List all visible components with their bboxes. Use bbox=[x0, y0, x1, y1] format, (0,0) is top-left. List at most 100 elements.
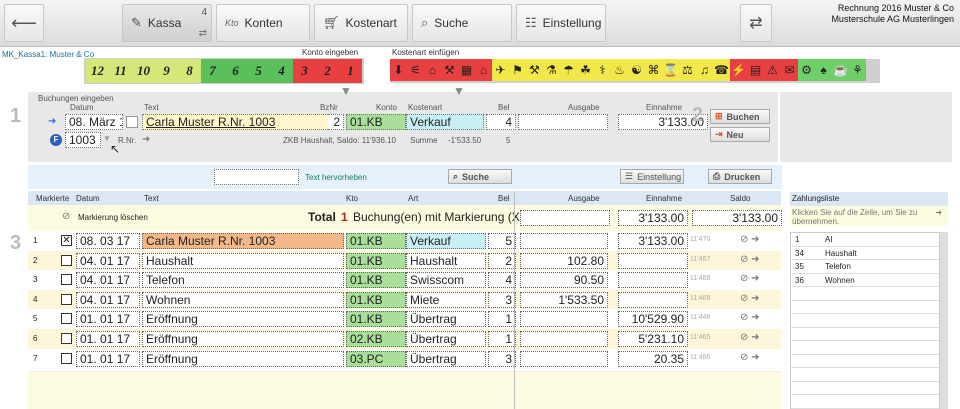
zahlungsliste-item[interactable] bbox=[791, 300, 939, 314]
row-bel[interactable]: 3 bbox=[488, 350, 516, 367]
konto-tile[interactable]: 1 bbox=[339, 59, 362, 83]
row-art[interactable]: Übertrag bbox=[406, 311, 486, 328]
zahlungsliste-item[interactable] bbox=[791, 395, 939, 409]
kostenart-icon[interactable]: ⚘ bbox=[849, 59, 866, 81]
clear-mark-icon[interactable]: ⊘ ➜ bbox=[740, 312, 760, 323]
konto-tile[interactable]: 11 bbox=[109, 59, 132, 83]
kostenart-icon[interactable]: ⚡ bbox=[730, 59, 747, 81]
row-einnahme[interactable] bbox=[618, 272, 688, 289]
drucken-button[interactable]: ⎙ Drucken bbox=[708, 169, 772, 184]
kostenart-icon[interactable]: ⚟ bbox=[407, 59, 424, 81]
row-art[interactable]: Swisscom bbox=[406, 272, 486, 289]
mark-checkbox[interactable]: ✕ bbox=[61, 235, 72, 246]
row-einnahme[interactable] bbox=[618, 252, 688, 269]
row-kto[interactable]: 03.PC bbox=[346, 350, 406, 367]
kostenart-icon[interactable]: ☂ bbox=[560, 59, 577, 81]
kostenart-icon[interactable]: ♫ bbox=[696, 59, 713, 81]
table-row[interactable]: 3 04. 01 17 Telefon 01.KB Swisscom 4 90.50 11'4… bbox=[28, 270, 781, 290]
tab-kostenart[interactable]: 🛒︎ Kostenart bbox=[314, 4, 408, 42]
row-bel[interactable]: 1 bbox=[488, 331, 516, 347]
switch-button[interactable]: ⇄ bbox=[740, 4, 772, 42]
row-ausgabe[interactable]: 90.50 bbox=[520, 272, 608, 289]
row-ausgabe[interactable]: 102.80 bbox=[520, 252, 608, 269]
text-input[interactable]: Carla Muster R.Nr. 1003 bbox=[142, 114, 344, 130]
row-art[interactable]: Miete bbox=[406, 291, 486, 308]
clear-mark-icon[interactable]: ⊘ ➜ bbox=[740, 332, 760, 343]
konto-tile[interactable]: 8 bbox=[178, 59, 201, 83]
zahlungsliste-item[interactable] bbox=[791, 341, 939, 355]
row-art[interactable]: Verkauf bbox=[406, 233, 486, 249]
tab-einstellung[interactable]: ☷ Einstellung bbox=[516, 4, 606, 42]
rnr-input[interactable]: 1003 bbox=[65, 132, 101, 148]
konto-tile[interactable]: 6 bbox=[224, 59, 247, 83]
kostenart-input[interactable]: Verkauf bbox=[406, 114, 484, 130]
row-ausgabe[interactable] bbox=[520, 350, 608, 367]
kostenart-icon[interactable]: ⚗ bbox=[543, 59, 560, 81]
markierung-loeschen[interactable]: Markierung löschen bbox=[78, 213, 148, 222]
zahlungsliste-item[interactable]: 1 AI bbox=[791, 233, 939, 247]
kostenart-icon[interactable]: ☕ bbox=[832, 59, 849, 81]
row-ausgabe[interactable] bbox=[520, 311, 608, 328]
kostenart-icon[interactable]: ⌂ bbox=[475, 59, 492, 81]
konto-tile[interactable]: 5 bbox=[247, 59, 270, 83]
kostenart-icon[interactable]: ⚖ bbox=[679, 59, 696, 81]
kostenart-icon[interactable]: ☘ bbox=[577, 59, 594, 81]
konto-tile[interactable]: 2 bbox=[316, 59, 339, 83]
kostenart-icon[interactable]: ▤ bbox=[747, 59, 764, 81]
neu-button[interactable]: ⇥ Neu bbox=[710, 127, 770, 142]
calendar-icon[interactable] bbox=[126, 116, 138, 128]
zahlungsliste-item[interactable] bbox=[791, 354, 939, 368]
row-art[interactable]: Haushalt bbox=[406, 252, 486, 269]
row-einnahme[interactable]: 3'133.00 bbox=[618, 233, 688, 249]
clear-mark-icon[interactable]: ⊘ ➜ bbox=[740, 273, 760, 284]
konto-tile[interactable]: 3 bbox=[293, 59, 316, 83]
row-text[interactable]: Eröffnung bbox=[142, 331, 344, 347]
konto-tile[interactable]: 9 bbox=[155, 59, 178, 83]
row-bel[interactable]: 2 bbox=[488, 252, 516, 269]
row-einnahme[interactable]: 20.35 bbox=[618, 350, 688, 367]
zahlungsliste-item[interactable] bbox=[791, 287, 939, 301]
clear-mark-icon[interactable]: ⊘ ➜ bbox=[740, 293, 760, 304]
row-kto[interactable]: 01.KB bbox=[346, 233, 406, 249]
bel-input[interactable]: 4 bbox=[486, 114, 516, 130]
kostenart-icon[interactable]: ☎ bbox=[713, 59, 730, 81]
row-datum[interactable]: 04. 01 17 bbox=[76, 252, 140, 269]
mark-checkbox[interactable] bbox=[61, 293, 72, 305]
f-icon[interactable]: F bbox=[50, 134, 62, 146]
kostenart-icon[interactable]: ♠ bbox=[815, 59, 832, 81]
row-datum[interactable]: 01. 01 17 bbox=[76, 331, 140, 347]
ausgabe-input[interactable] bbox=[518, 114, 608, 130]
mark-checkbox[interactable] bbox=[61, 254, 72, 266]
zahlungsliste-item[interactable] bbox=[791, 381, 939, 395]
kostenart-icon[interactable]: ▦ bbox=[458, 59, 475, 81]
clear-mark-icon[interactable]: ⊘ ➜ bbox=[740, 234, 760, 245]
kostenart-icon[interactable]: ⬇ bbox=[390, 59, 407, 81]
datum-input[interactable]: 08. März 17 bbox=[65, 114, 123, 130]
table-row[interactable]: 7 01. 01 17 Eröffnung 03.PC Übertrag 3 20.35 11… bbox=[28, 348, 781, 369]
hervorheben-input[interactable] bbox=[214, 169, 299, 185]
suche-button[interactable]: ⌕ Suche bbox=[448, 169, 512, 184]
row-datum[interactable]: 01. 01 17 bbox=[76, 350, 140, 367]
clear-mark-icon[interactable]: ⊘ bbox=[62, 211, 70, 222]
row-text[interactable]: Telefon bbox=[142, 272, 344, 289]
row-ausgabe[interactable] bbox=[520, 331, 608, 347]
kostenart-icon[interactable]: ⚒ bbox=[441, 59, 458, 81]
row-datum[interactable]: 08. 03 17 bbox=[76, 233, 140, 249]
mark-checkbox[interactable] bbox=[61, 274, 72, 286]
row-text[interactable]: Haushalt bbox=[142, 252, 344, 269]
row-text[interactable]: Eröffnung bbox=[142, 350, 344, 367]
row-ausgabe[interactable]: 1'533.50 bbox=[520, 291, 608, 308]
row-text[interactable]: Eröffnung bbox=[142, 311, 344, 328]
row-bel[interactable]: 3 bbox=[488, 291, 516, 308]
konto-tile[interactable]: 10 bbox=[132, 59, 155, 83]
kostenart-icon[interactable]: ✈ bbox=[492, 59, 509, 81]
einstellung-button[interactable]: ☰ Einstellung bbox=[620, 169, 684, 184]
row-art[interactable]: Übertrag bbox=[406, 350, 486, 367]
table-row[interactable]: 1 ✕ 08. 03 17 Carla Muster R.Nr. 1003 01.KB V… bbox=[28, 231, 781, 251]
row-kto[interactable]: 01.KB bbox=[346, 272, 406, 289]
zahlungsliste-item[interactable]: 35 Telefon bbox=[791, 260, 939, 274]
zahlungsliste-item[interactable] bbox=[791, 368, 939, 382]
kostenart-icon[interactable]: ♨ bbox=[611, 59, 628, 81]
kostenart-icon[interactable]: ⚙ bbox=[798, 59, 815, 81]
kostenart-icon[interactable]: ⌛ bbox=[662, 59, 679, 81]
